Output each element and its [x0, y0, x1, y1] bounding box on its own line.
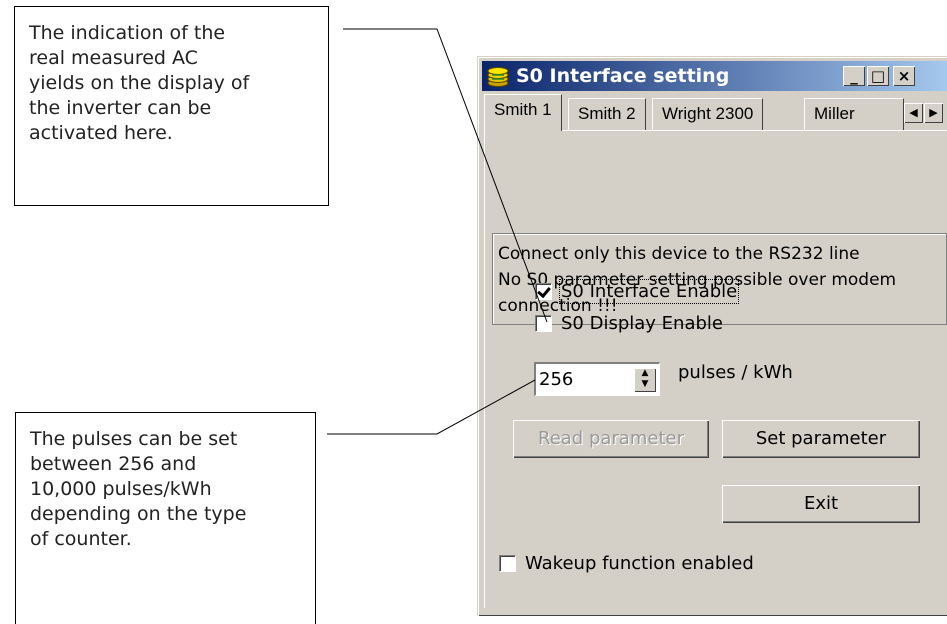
s0-interface-dialog: S0 Interface setting _ □ × Smith 1 Smith… — [477, 56, 947, 616]
read-parameter-button[interactable]: Read parameter — [513, 420, 709, 458]
pulses-spinbox[interactable]: 256 ▲ ▼ — [534, 362, 660, 396]
spin-arrows-icon[interactable]: ▲ ▼ — [634, 368, 656, 392]
maximize-button[interactable]: □ — [867, 66, 889, 86]
device-tabs: Smith 1 Smith 2 Wright 2300 Miller ◀ ▶ — [484, 93, 947, 131]
pulses-unit-label: pulses / kWh — [678, 362, 793, 383]
wakeup-label: Wakeup function enabled — [525, 553, 754, 574]
title-bar[interactable]: S0 Interface setting _ □ × — [482, 61, 947, 91]
tab-smith-1[interactable]: Smith 1 — [484, 94, 562, 131]
window-title: S0 Interface setting — [516, 65, 730, 87]
callout-display-indication: The indication of the real measured AC y… — [14, 6, 329, 206]
notice-box: Connect only this device to the RS232 li… — [492, 233, 947, 325]
tab-scroll-left-icon[interactable]: ◀ — [904, 103, 923, 123]
s0-interface-enable-label: S0 Interface Enable — [558, 279, 740, 304]
pulses-value[interactable]: 256 — [539, 369, 573, 390]
close-button[interactable]: × — [893, 66, 915, 86]
tab-wright-2300[interactable]: Wright 2300 — [652, 98, 764, 130]
checkbox-checked-icon[interactable] — [535, 283, 552, 300]
s0-interface-enable-checkbox[interactable]: S0 Interface Enable — [535, 279, 740, 304]
callout-pulses-range: The pulses can be set between 256 and 10… — [15, 412, 316, 624]
checkbox-unchecked-icon[interactable] — [499, 555, 516, 572]
coin-stack-icon — [487, 67, 509, 87]
tab-smith-2[interactable]: Smith 2 — [568, 98, 646, 130]
minimize-button[interactable]: _ — [843, 66, 865, 86]
wakeup-checkbox[interactable]: Wakeup function enabled — [499, 553, 754, 574]
checkbox-unchecked-icon[interactable] — [535, 315, 552, 332]
s0-display-enable-label: S0 Display Enable — [561, 313, 723, 334]
s0-display-enable-checkbox[interactable]: S0 Display Enable — [535, 313, 723, 334]
tab-scroll-right-icon[interactable]: ▶ — [924, 103, 943, 123]
tab-miller[interactable]: Miller — [804, 98, 904, 130]
set-parameter-button[interactable]: Set parameter — [722, 420, 920, 458]
exit-button[interactable]: Exit — [722, 485, 920, 523]
